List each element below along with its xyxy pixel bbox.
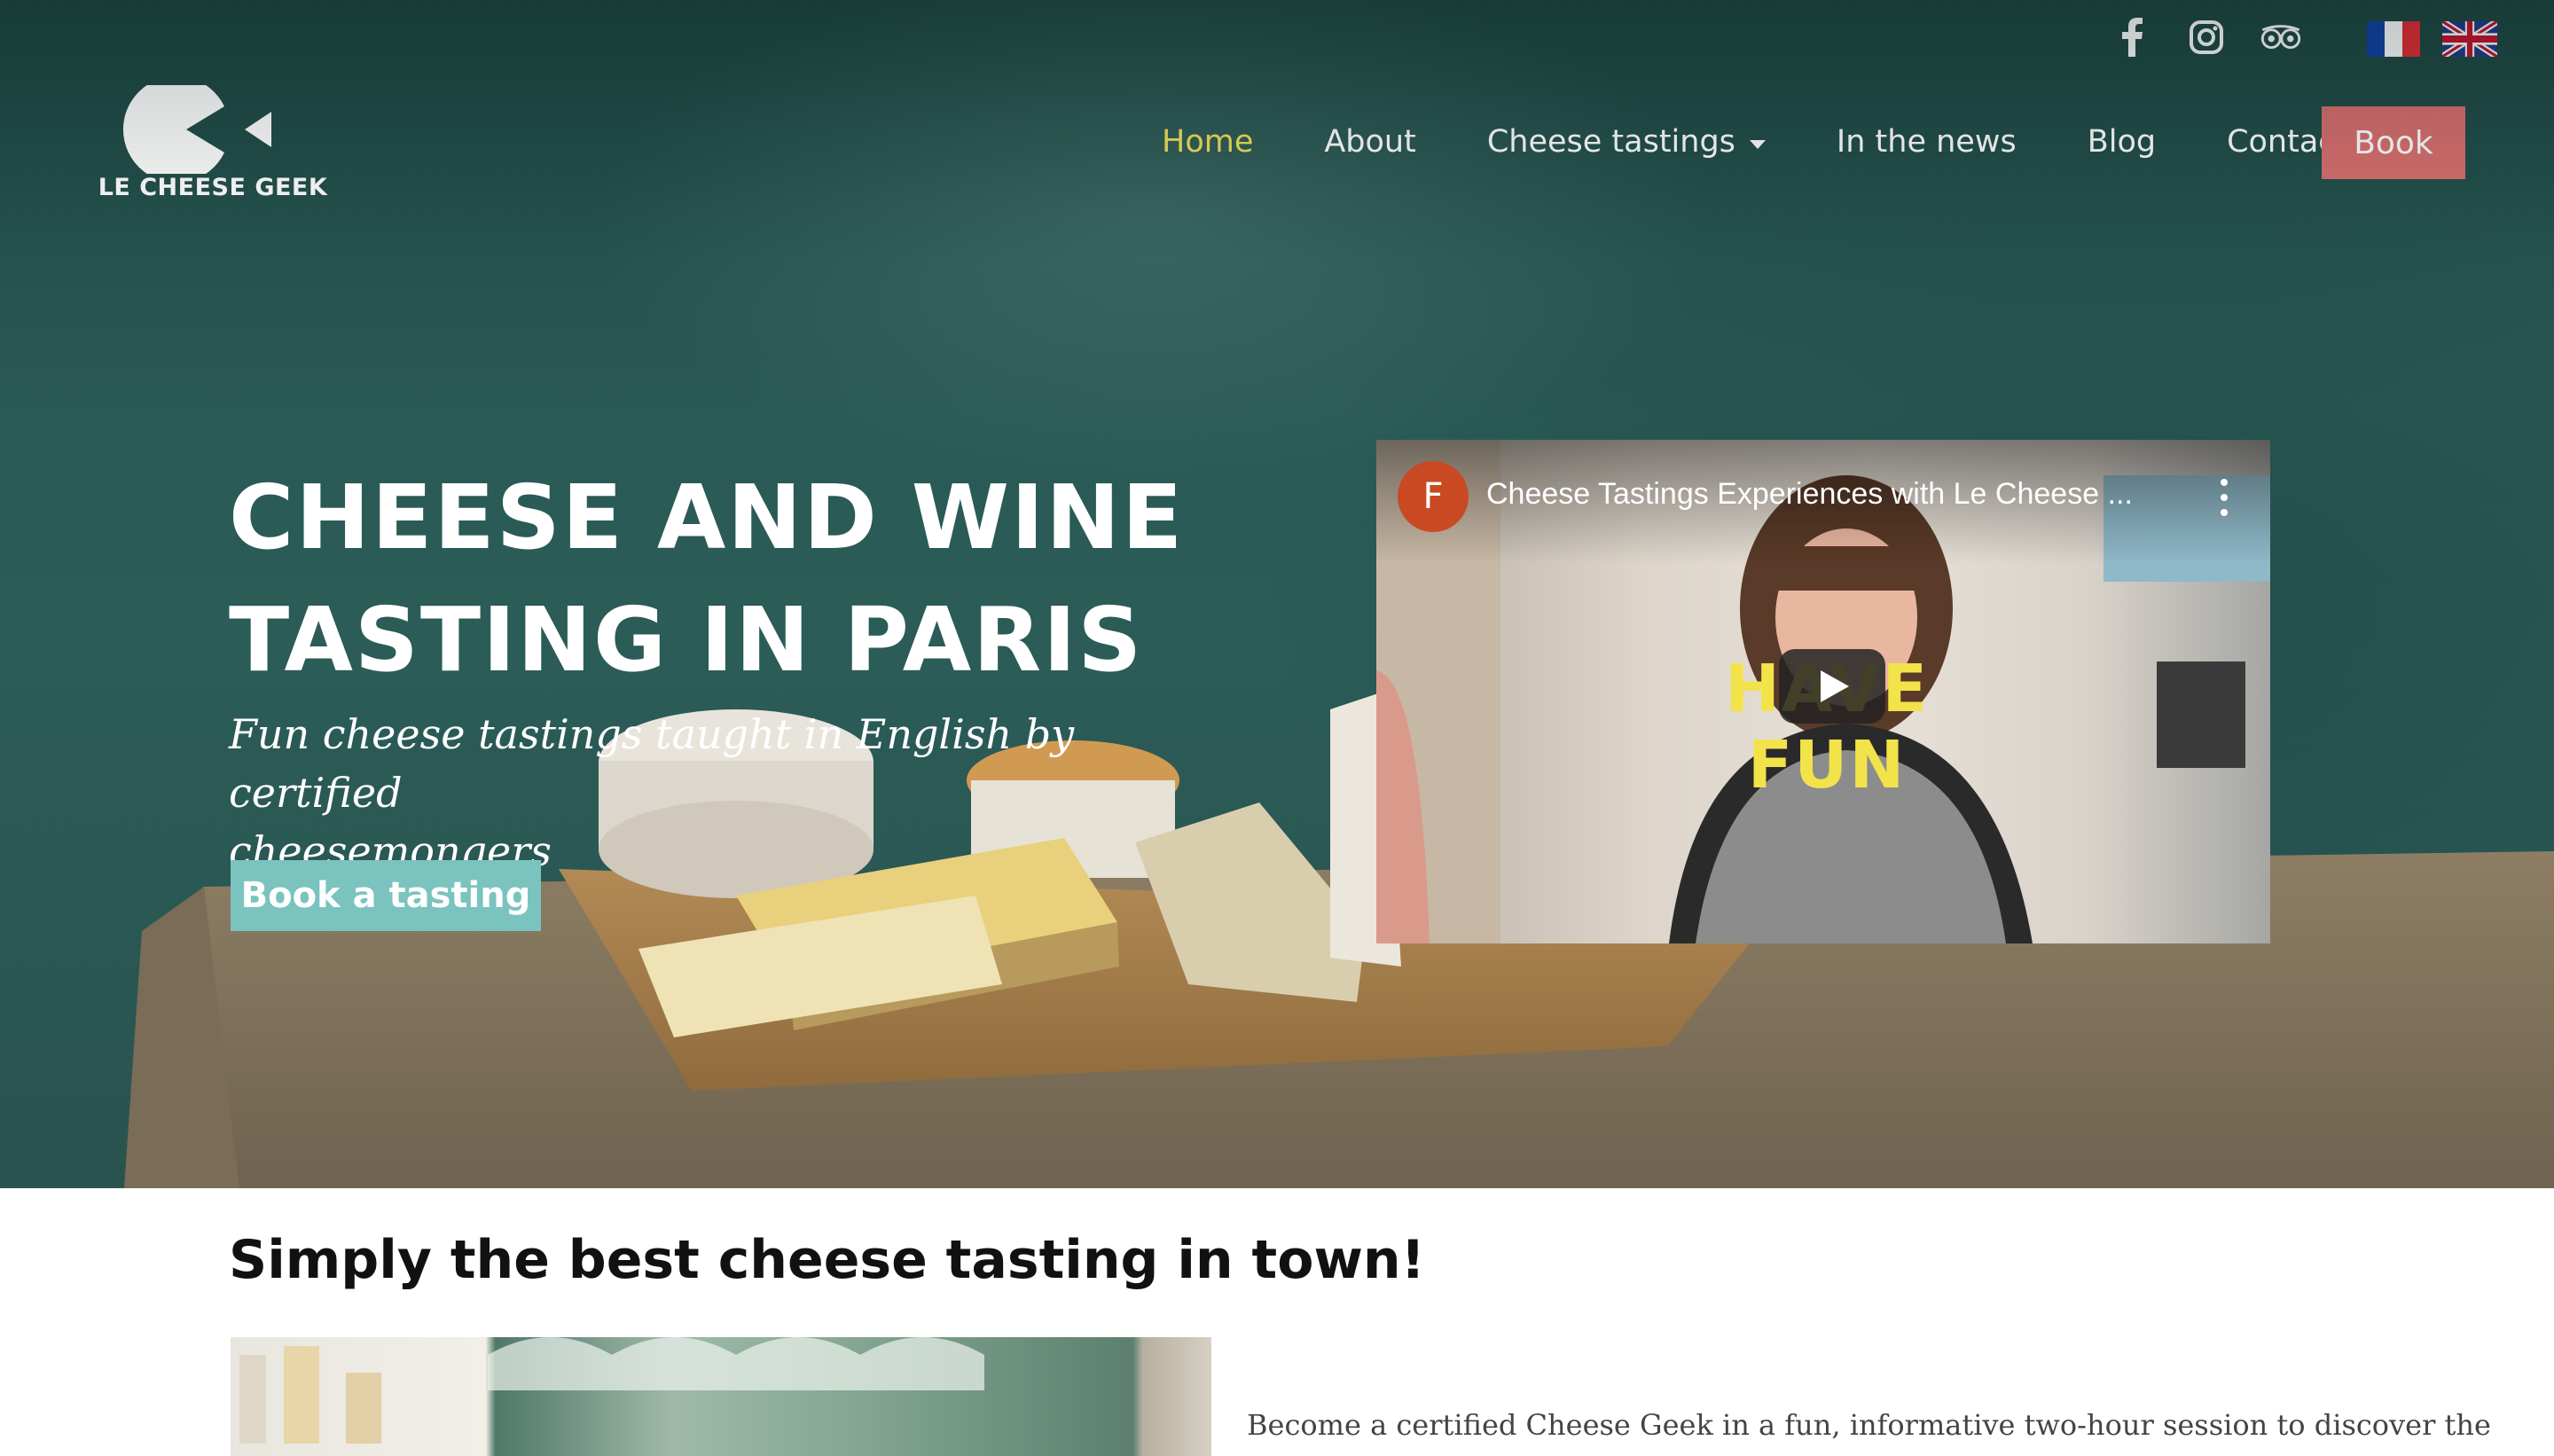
language-switcher — [2366, 21, 2497, 57]
intro-title: Simply the best cheese tasting in town! — [229, 1229, 1425, 1291]
chevron-down-icon — [1749, 140, 1766, 149]
hero-headline-line2: TASTING IN PARIS — [229, 588, 1144, 692]
cheese-geek-logo-icon — [122, 75, 271, 183]
tripadvisor-icon[interactable] — [2260, 16, 2302, 59]
nav-item-cheese-tastings-label: Cheese tastings — [1486, 124, 1735, 160]
cheese-shop-photo — [231, 1337, 1211, 1456]
facebook-icon[interactable] — [2111, 16, 2153, 59]
channel-avatar[interactable]: F — [1398, 461, 1469, 532]
nav-item-about[interactable]: About — [1324, 124, 1415, 160]
hero-section: LE CHEESE GEEK Home About Cheese tasting… — [0, 0, 2554, 1188]
instagram-icon[interactable] — [2185, 16, 2228, 59]
cheese-shop-photo-image — [239, 1337, 984, 1444]
main-nav: Home About Cheese tastings In the news B… — [1162, 106, 2347, 177]
book-a-tasting-button[interactable]: Book a tasting — [231, 860, 541, 931]
hero-subtitle: Fun cheese tastings taught in English by… — [229, 705, 1133, 881]
hero-headline-line1: CHEESE AND WINE — [229, 466, 1185, 569]
book-button[interactable]: Book — [2322, 106, 2465, 179]
site-logo[interactable]: LE CHEESE GEEK — [96, 75, 330, 202]
nav-item-in-the-news[interactable]: In the news — [1837, 124, 2017, 160]
video-title[interactable]: Cheese Tastings Experiences with Le Chee… — [1486, 477, 2160, 512]
logo-wordmark: LE CHEESE GEEK — [98, 174, 328, 201]
video-embed[interactable]: F Cheese Tastings Experiences with Le Ch… — [1376, 440, 2270, 943]
hero-subtitle-line1: Fun cheese tastings taught in English by… — [229, 710, 1075, 817]
social-links — [2111, 16, 2302, 59]
intro-body: Become a certified Cheese Geek in a fun,… — [1247, 1408, 2491, 1442]
uk-flag-icon[interactable] — [2442, 21, 2497, 57]
more-options-icon[interactable] — [2215, 479, 2233, 516]
play-button[interactable] — [1779, 649, 1885, 724]
hero-headline: CHEESE AND WINE TASTING IN PARIS — [229, 457, 1382, 701]
nav-item-home[interactable]: Home — [1162, 124, 1253, 160]
nav-item-cheese-tastings[interactable]: Cheese tastings — [1487, 124, 1766, 160]
play-icon — [1821, 670, 1849, 702]
nav-item-blog[interactable]: Blog — [2088, 124, 2156, 160]
french-flag-icon[interactable] — [2366, 21, 2421, 57]
